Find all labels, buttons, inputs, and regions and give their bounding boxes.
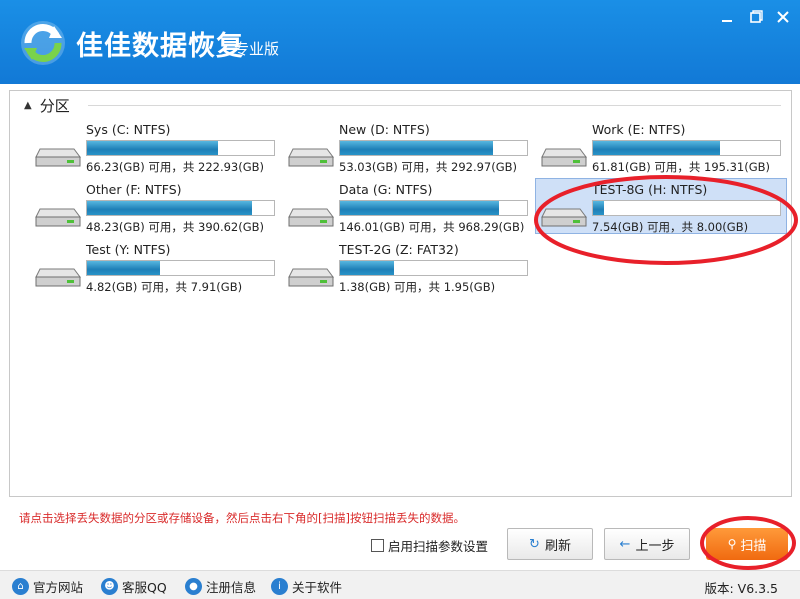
refresh-label: 刷新: [544, 538, 571, 554]
drive-usage-fill: [87, 141, 218, 155]
drive-usage-fill: [593, 201, 605, 215]
title-bar: 佳佳数据恢复 专业版: [0, 0, 800, 84]
drive-usage-bar: [339, 260, 528, 276]
scan-label: 扫描: [740, 538, 767, 554]
scan-params-checkbox[interactable]: [371, 539, 384, 552]
scan-params-toggle[interactable]: 启用扫描参数设置: [371, 536, 488, 555]
drive-item[interactable]: Test (Y: NTFS) 4.82(GB) 可用，共 7.91(GB): [30, 239, 282, 295]
app-name: 佳佳数据恢复: [76, 31, 244, 62]
hard-disk-icon: [540, 141, 588, 169]
app-logo-icon: [21, 21, 65, 65]
drive-usage-bar: [339, 200, 528, 216]
drive-name: Data (G: NTFS): [339, 182, 433, 197]
app-edition: 专业版: [234, 40, 280, 58]
official-site-link[interactable]: ⌂ 官方网站: [12, 577, 83, 596]
register-info-label: 注册信息: [206, 580, 257, 595]
drive-usage-fill: [87, 261, 160, 275]
search-icon: ⚲: [727, 537, 737, 551]
drive-capacity: 61.81(GB) 可用，共 195.31(GB): [592, 160, 771, 174]
version-text: 版本: V6.3.5: [704, 581, 778, 596]
drive-name: TEST-2G (Z: FAT32): [339, 242, 459, 257]
drive-item[interactable]: New (D: NTFS) 53.03(GB) 可用，共 292.97(GB): [283, 119, 535, 175]
maximize-icon[interactable]: [744, 8, 766, 28]
support-qq-link[interactable]: ☻ 客服QQ: [101, 577, 167, 596]
section-divider: [88, 105, 781, 106]
refresh-icon: ↻: [529, 536, 540, 552]
drive-capacity: 1.38(GB) 可用，共 1.95(GB): [339, 280, 496, 294]
drive-item[interactable]: TEST-2G (Z: FAT32) 1.38(GB) 可用，共 1.95(GB): [283, 239, 535, 295]
prev-label: 上一步: [635, 538, 675, 554]
drive-usage-bar: [86, 260, 275, 276]
drive-usage-fill: [87, 201, 252, 215]
drive-name: New (D: NTFS): [339, 122, 430, 137]
chevron-up-icon[interactable]: ▲: [24, 100, 32, 111]
hard-disk-icon: [34, 141, 82, 169]
hard-disk-icon: [287, 201, 335, 229]
drive-capacity: 53.03(GB) 可用，共 292.97(GB): [339, 160, 518, 174]
section-title: 分区: [39, 96, 70, 115]
hard-disk-icon: [540, 201, 588, 229]
drive-usage-bar: [86, 200, 275, 216]
hard-disk-icon: [287, 261, 335, 289]
scan-params-label: 启用扫描参数设置: [388, 539, 489, 554]
drive-name: Sys (C: NTFS): [86, 122, 171, 137]
drive-item[interactable]: Work (E: NTFS) 61.81(GB) 可用，共 195.31(GB): [536, 119, 788, 175]
user-icon: ●: [185, 578, 202, 595]
drive-capacity: 7.54(GB) 可用，共 8.00(GB): [592, 220, 749, 234]
drive-name: Work (E: NTFS): [592, 122, 686, 137]
hard-disk-icon: [34, 201, 82, 229]
hint-text: 请点击选择丢失数据的分区或存储设备，然后点击右下角的[扫描]按钮扫描丢失的数据。: [19, 511, 465, 525]
info-icon: i: [271, 578, 288, 595]
partition-panel: ▲ 分区 Sys (C: NTFS) 66.23(GB) 可用，共 222.93(…: [9, 90, 792, 497]
drive-capacity: 146.01(GB) 可用，共 968.29(GB): [339, 220, 525, 234]
minimize-icon[interactable]: [716, 8, 738, 28]
official-site-label: 官方网站: [33, 580, 84, 595]
arrow-left-icon: ←: [619, 536, 631, 552]
drive-usage-bar: [339, 140, 528, 156]
drive-capacity: 4.82(GB) 可用，共 7.91(GB): [86, 280, 243, 294]
hard-disk-icon: [34, 261, 82, 289]
drive-usage-fill: [340, 141, 494, 155]
status-bar: ⌂ 官方网站 ☻ 客服QQ ● 注册信息 i 关于软件 版本: V6.3.5: [0, 570, 800, 599]
refresh-button[interactable]: ↻ 刷新: [507, 528, 593, 560]
drive-usage-bar: [592, 140, 781, 156]
about-link[interactable]: i 关于软件: [271, 577, 342, 596]
drive-item[interactable]: Other (F: NTFS) 48.23(GB) 可用，共 390.62(GB): [30, 179, 282, 235]
drive-name: Other (F: NTFS): [86, 182, 182, 197]
drive-usage-fill: [340, 201, 499, 215]
drive-capacity: 66.23(GB) 可用，共 222.93(GB): [86, 160, 265, 174]
home-icon: ⌂: [12, 578, 29, 595]
qq-icon: ☻: [101, 578, 118, 595]
drive-capacity: 48.23(GB) 可用，共 390.62(GB): [86, 220, 265, 234]
hard-disk-icon: [287, 141, 335, 169]
drive-item[interactable]: Data (G: NTFS) 146.01(GB) 可用，共 968.29(GB): [283, 179, 535, 235]
about-label: 关于软件: [292, 580, 343, 595]
drive-usage-bar: [592, 200, 781, 216]
drive-name: Test (Y: NTFS): [86, 242, 171, 257]
drive-item[interactable]: Sys (C: NTFS) 66.23(GB) 可用，共 222.93(GB): [30, 119, 282, 175]
support-qq-label: 客服QQ: [122, 580, 167, 595]
register-info-link[interactable]: ● 注册信息: [185, 577, 256, 596]
drive-name: TEST-8G (H: NTFS): [592, 182, 708, 197]
close-icon[interactable]: [772, 8, 794, 28]
drive-usage-fill: [340, 261, 395, 275]
drive-usage-bar: [86, 140, 275, 156]
section-header[interactable]: ▲ 分区: [24, 96, 70, 115]
drive-item[interactable]: TEST-8G (H: NTFS) 7.54(GB) 可用，共 8.00(GB): [535, 178, 787, 234]
prev-button[interactable]: ← 上一步: [604, 528, 690, 560]
drive-usage-fill: [593, 141, 721, 155]
scan-button[interactable]: ⚲ 扫描: [706, 528, 788, 560]
